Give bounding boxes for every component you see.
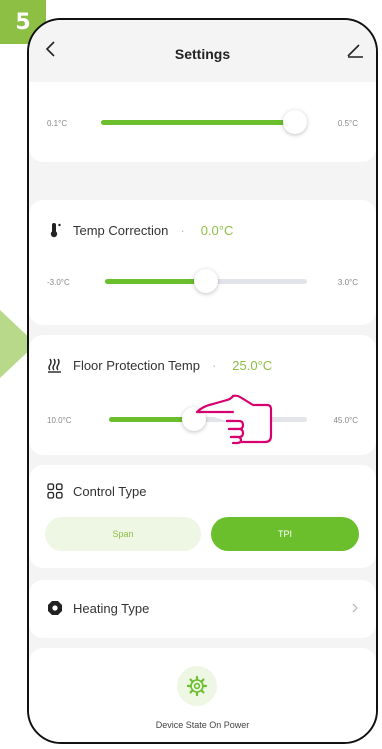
control-type-span-button[interactable]: Span xyxy=(45,517,201,551)
slider-track[interactable] xyxy=(101,110,307,134)
temp-correction-slider[interactable] xyxy=(105,269,307,293)
octagon-gear-icon xyxy=(48,601,62,615)
device-state-card[interactable]: Device State On Power xyxy=(29,648,376,742)
slider-thumb[interactable] xyxy=(194,269,218,293)
temp-correction-row: Temp Correction · 0.0°C xyxy=(47,222,233,238)
slider-thumb[interactable] xyxy=(283,110,307,134)
control-type-label: Control Type xyxy=(73,483,147,499)
slider-card-top: 0.1°C 0.5°C xyxy=(29,82,376,162)
slider-max-label: 45.0°C xyxy=(333,416,358,425)
slider-min-label: 0.1°C xyxy=(47,119,68,128)
edit-icon[interactable] xyxy=(344,38,366,60)
control-type-row: Control Type xyxy=(47,483,146,499)
device-state-label: Device State On Power xyxy=(155,720,250,730)
page-title: Settings xyxy=(174,46,231,62)
grid-icon xyxy=(47,483,63,499)
device-state-icon-wrap xyxy=(177,666,217,706)
control-type-tpi-button[interactable]: TPI xyxy=(211,517,359,551)
thermometer-icon xyxy=(50,223,61,238)
gear-icon xyxy=(186,675,208,697)
floor-protection-label: Floor Protection Temp xyxy=(73,357,200,373)
slider-min-label: 10.0°C xyxy=(47,416,72,425)
control-type-card: Control Type Span TPI xyxy=(29,465,376,568)
temp-correction-card: Temp Correction · 0.0°C -3.0°C 3.0°C xyxy=(29,200,376,325)
pointing-hand-icon xyxy=(195,394,273,445)
heating-type-row[interactable]: Heating Type xyxy=(29,580,376,638)
slider-fill xyxy=(101,120,295,125)
floor-protection-row: Floor Protection Temp · 25.0°C xyxy=(47,357,272,373)
temp-correction-value: 0.0°C xyxy=(200,222,234,238)
chevron-right-icon xyxy=(352,603,358,613)
heating-type-title: Heating Type xyxy=(47,600,149,616)
heating-type-label: Heating Type xyxy=(73,600,150,616)
separator-dot: · xyxy=(211,357,217,373)
floor-protection-value: 25.0°C xyxy=(232,357,273,373)
heat-waves-icon xyxy=(48,358,61,373)
top-bar: Settings xyxy=(29,20,376,76)
slider-min-label: -3.0°C xyxy=(47,278,70,287)
slider-fill xyxy=(105,279,206,284)
slider-max-label: 3.0°C xyxy=(337,278,358,287)
slider-max-label: 0.5°C xyxy=(337,119,358,128)
temp-correction-label: Temp Correction xyxy=(73,222,169,238)
separator-dot: · xyxy=(180,222,185,238)
phone-frame: Settings 0.1°C 0.5°C Temp Correction · 0… xyxy=(27,18,378,744)
